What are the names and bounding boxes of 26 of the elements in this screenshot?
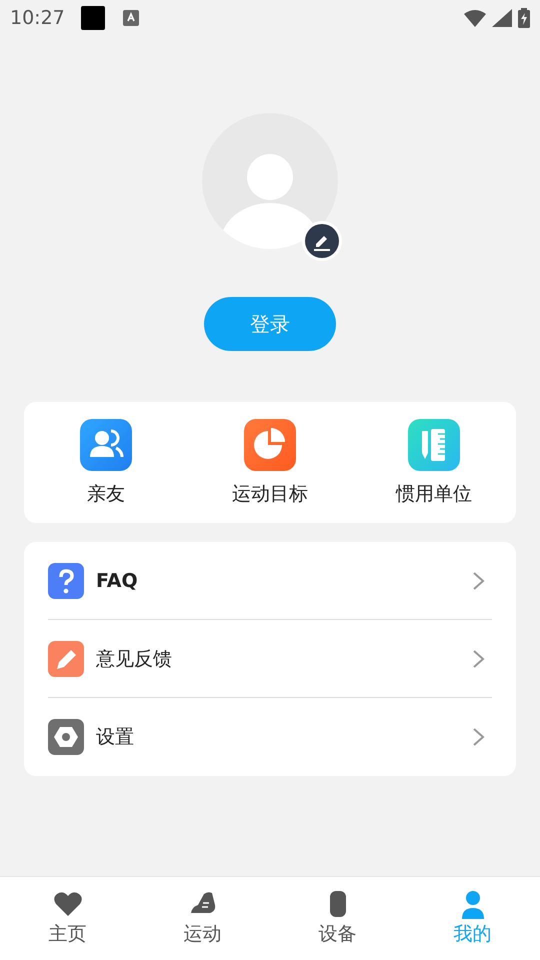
shortcut-label[interactable]: 惯用单位 (396, 480, 472, 506)
chevron-right-icon (472, 570, 486, 590)
chevron-right-icon (472, 648, 486, 668)
friends-icon[interactable] (80, 418, 132, 470)
avatar[interactable] (202, 113, 338, 249)
chevron-right-icon (472, 727, 486, 747)
pie-chart-icon[interactable] (244, 418, 296, 470)
menu-item[interactable]: FAQ (96, 570, 472, 592)
pencil-ruler-icon[interactable] (408, 418, 460, 470)
menu-item[interactable]: 设置 (96, 724, 472, 750)
nav-tab[interactable]: 设备 (270, 877, 405, 960)
settings-icon (48, 719, 84, 755)
notification-icon (80, 6, 105, 30)
wifi-icon (464, 9, 486, 27)
shortcut-label[interactable]: 亲友 (87, 480, 125, 506)
edit-icon[interactable] (302, 221, 342, 261)
keyboard-icon (122, 10, 139, 26)
menu-item[interactable]: 意见反馈 (96, 646, 472, 672)
status-time: 10:27 (10, 7, 65, 29)
battery-icon (518, 8, 530, 28)
signal-icon (492, 9, 512, 27)
shortcut-label[interactable]: 运动目标 (232, 480, 308, 506)
question-icon (48, 562, 84, 598)
nav-tab[interactable]: 主页 (0, 877, 135, 960)
nav-tab[interactable]: 运动 (135, 877, 270, 960)
pencil-icon (48, 640, 84, 676)
